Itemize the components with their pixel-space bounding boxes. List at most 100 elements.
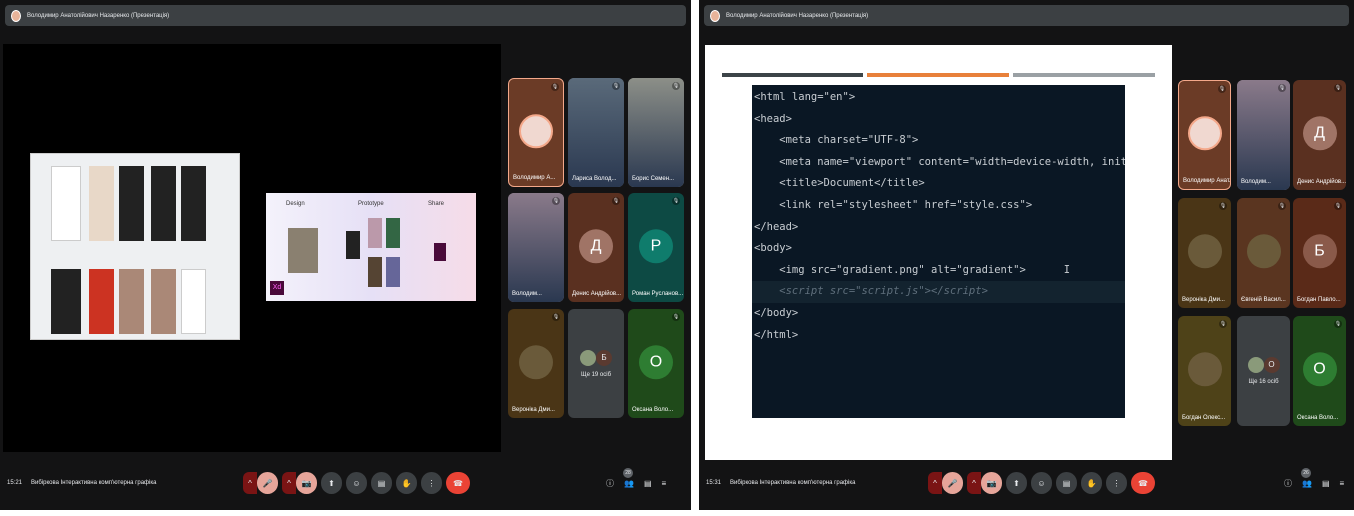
participant-tile[interactable]: О 🎙 Оксана Воло... <box>628 309 684 418</box>
avatar-letter: Р <box>639 228 673 263</box>
mic-off-icon: 🎙 <box>1334 202 1342 210</box>
avatar <box>1246 234 1281 269</box>
people-count-badge: 28 <box>623 467 633 478</box>
participant-tile[interactable]: Б 🎙 Богдан Павло... <box>1293 198 1346 308</box>
participant-tile[interactable]: 🎙 Володимир Анат... <box>1178 80 1231 190</box>
mic-off-icon: 🎙 <box>1278 84 1286 92</box>
mic-options-button[interactable]: ^ <box>243 472 257 494</box>
participant-tile[interactable]: Д 🎙 Денис Андрійов... <box>568 193 624 302</box>
slide-label-design: Design <box>286 201 305 207</box>
mic-options-button[interactable]: ^ <box>928 472 942 494</box>
participant-name: Володимир Анат... <box>1183 178 1231 184</box>
captions-button[interactable]: ▤ <box>371 472 392 494</box>
presentation-stage: Design Prototype Share Xd <box>3 44 501 452</box>
participant-name: Денис Андрійов... <box>1297 179 1346 185</box>
xd-workflow-slide: Design Prototype Share Xd <box>266 193 476 301</box>
participant-name: Богдан Олекс... <box>1182 415 1226 421</box>
meeting-name: Вибіркова Інтерактивна комп'ютерна графі… <box>31 480 157 486</box>
code-line: </html> <box>754 328 799 341</box>
mic-off-icon: 🎙 <box>672 82 680 90</box>
avatar <box>519 344 553 379</box>
participant-name: Володимир А... <box>513 175 556 181</box>
reactions-button[interactable]: ☺ <box>1031 472 1052 494</box>
present-button[interactable]: ⬆ <box>1006 472 1027 494</box>
code-line: <link rel="stylesheet" href="style.css"> <box>754 198 1033 211</box>
code-line: <meta name="viewport" content="width=dev… <box>779 155 1125 168</box>
activities-button[interactable]: ≡ <box>662 479 667 488</box>
xd-prototype-screenshot <box>30 153 240 340</box>
code-line: <meta charset="UTF-8"> <box>754 134 919 147</box>
call-controls: ^ 🎤 ^ 📷 ⬆ ☺ ▤ ✋ ⋮ ☎ <box>243 472 470 494</box>
call-controls: ^ 🎤 ^ 📷 ⬆ ☺ ▤ ✋ ⋮ ☎ <box>928 472 1155 494</box>
slide-label-prototype: Prototype <box>358 201 384 207</box>
activities-button[interactable]: ≡ <box>1340 479 1345 488</box>
xd-icon-small <box>434 243 446 261</box>
chat-button[interactable]: ▤ <box>644 479 652 488</box>
mic-off-icon: 🎙 <box>552 197 560 205</box>
mic-toggle-button[interactable]: 🎤 <box>942 472 963 494</box>
raise-hand-button[interactable]: ✋ <box>396 472 417 494</box>
camera-options-button[interactable]: ^ <box>282 472 296 494</box>
participant-tile[interactable]: 🎙 Володим... <box>508 193 564 302</box>
meet-window-left: Володимир Анатолійович Назаренко (Презен… <box>0 0 691 510</box>
participant-tile[interactable]: 🎙 Євгеній Васил... <box>1237 198 1290 308</box>
code-editor: <html lang="en"> <head> <meta charset="UT… <box>752 85 1125 418</box>
video-feed <box>508 193 564 302</box>
participant-name: Оксана Воло... <box>1297 415 1339 421</box>
clock: 15:31 <box>706 480 722 486</box>
camera-toggle-button[interactable]: 📷 <box>296 472 317 494</box>
more-options-button[interactable]: ⋮ <box>421 472 442 494</box>
participant-name: Роман Русланов... <box>632 291 684 297</box>
leave-call-button[interactable]: ☎ <box>1131 472 1155 494</box>
slide-label-share: Share <box>428 201 445 207</box>
chat-button[interactable]: ▤ <box>1322 479 1330 488</box>
meeting-info-button[interactable]: ⓘ <box>606 478 614 489</box>
participant-tile[interactable]: 🎙 Володим... <box>1237 80 1290 190</box>
avatar-stack: Б <box>580 349 612 366</box>
leave-call-button[interactable]: ☎ <box>446 472 470 494</box>
meeting-info-button[interactable]: ⓘ <box>1284 478 1292 489</box>
participant-tile[interactable]: 🎙 Вероніка Дми... <box>508 309 564 418</box>
avatar <box>1247 357 1264 373</box>
more-options-button[interactable]: ⋮ <box>1106 472 1127 494</box>
captions-button[interactable]: ▤ <box>1056 472 1077 494</box>
participant-tile[interactable]: 🎙 Богдан Олекс... <box>1178 316 1231 426</box>
participant-tile[interactable]: 🎙 Вероніка Дми... <box>1178 198 1231 308</box>
participant-tile[interactable]: 🎙 Лариса Волод... <box>568 78 624 187</box>
participant-tile[interactable]: 🎙 Володимир А... <box>508 78 564 187</box>
people-button[interactable]: 👥 <box>1302 479 1312 488</box>
video-feed <box>628 78 684 187</box>
reactions-button[interactable]: ☺ <box>346 472 367 494</box>
mic-off-icon: 🎙 <box>612 82 620 90</box>
presenter-avatar <box>11 9 21 22</box>
participant-name: Оксана Воло... <box>632 407 674 413</box>
bottom-bar: 15:21 Вибіркова Інтерактивна комп'ютерна… <box>0 467 691 498</box>
mic-off-icon: 🎙 <box>672 197 680 205</box>
present-button[interactable]: ⬆ <box>321 472 342 494</box>
mic-toggle-button[interactable]: 🎤 <box>257 472 278 494</box>
participant-name: Богдан Павло... <box>1297 297 1341 303</box>
mic-off-icon: 🎙 <box>1218 85 1226 93</box>
participant-name: Вероніка Дми... <box>512 407 555 413</box>
participant-tile[interactable]: О 🎙 Оксана Воло... <box>1293 316 1346 426</box>
avatar-letter: Б <box>1302 234 1337 269</box>
more-participants-tile[interactable]: Б Ще 19 осіб <box>568 309 624 418</box>
more-participants-tile[interactable]: О Ще 16 осіб <box>1237 316 1290 426</box>
raise-hand-button[interactable]: ✋ <box>1081 472 1102 494</box>
camera-toggle-button[interactable]: 📷 <box>981 472 1002 494</box>
camera-options-button[interactable]: ^ <box>967 472 981 494</box>
presenter-avatar <box>710 9 720 22</box>
mic-off-icon: 🎙 <box>1219 320 1227 328</box>
participant-tile[interactable]: Д 🎙 Денис Андрійов... <box>1293 80 1346 190</box>
presenter-bar: Володимир Анатолійович Назаренко (Презен… <box>704 5 1349 26</box>
participant-tile[interactable]: Р 🎙 Роман Русланов... <box>628 193 684 302</box>
participant-tile[interactable]: 🎙 Борис Семен... <box>628 78 684 187</box>
presenter-title: Володимир Анатолійович Назаренко (Презен… <box>27 12 170 19</box>
more-count: Ще 16 осіб <box>1248 379 1279 385</box>
code-line: </body> <box>754 306 799 319</box>
avatar <box>1187 352 1222 387</box>
people-button[interactable]: 👥 <box>624 479 634 488</box>
mic-off-icon: 🎙 <box>551 83 559 91</box>
participant-name: Володим... <box>1241 179 1271 185</box>
avatar <box>519 113 553 148</box>
